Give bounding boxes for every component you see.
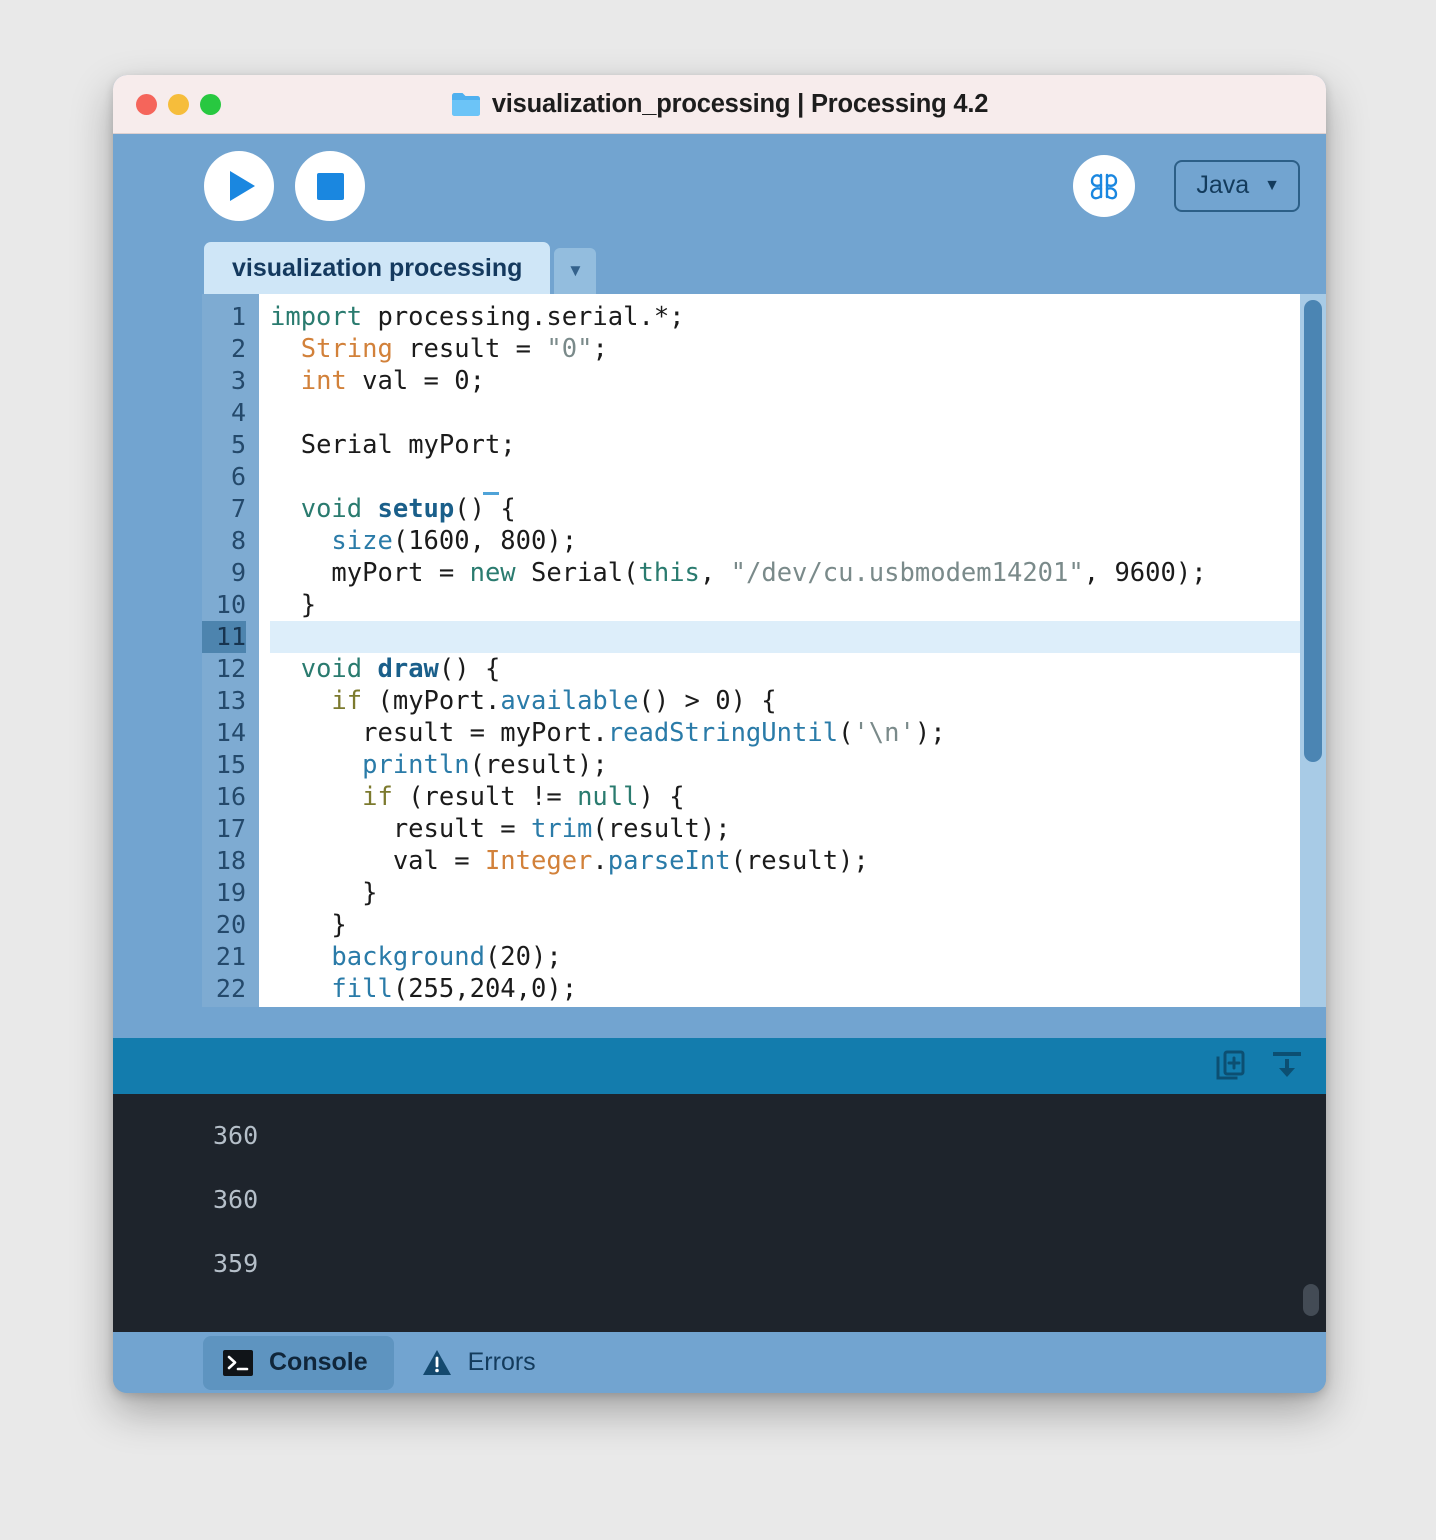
tab-console-label: Console bbox=[269, 1348, 368, 1376]
code-line: int val = 0; bbox=[300, 366, 485, 396]
run-button[interactable] bbox=[204, 151, 274, 221]
code-line: } bbox=[270, 910, 347, 940]
code-line: result = myPort.readStringUntil('\n'); bbox=[270, 718, 946, 748]
processing-ide-window: visualization_processing | Processing 4.… bbox=[113, 75, 1326, 1393]
line-number: 16 bbox=[215, 782, 246, 811]
code-line: Serial myPort; bbox=[300, 430, 516, 460]
code-line: void draw() { bbox=[300, 654, 501, 684]
console-header bbox=[113, 1038, 1326, 1094]
minimize-button[interactable] bbox=[168, 93, 189, 115]
console-lines: 360 360 359 bbox=[213, 1104, 1326, 1296]
window-controls bbox=[136, 93, 221, 115]
stop-button[interactable] bbox=[295, 151, 365, 221]
close-button[interactable] bbox=[136, 93, 157, 115]
mode-label: Java bbox=[1196, 171, 1250, 199]
line-number: 14 bbox=[215, 718, 246, 747]
line-number: 9 bbox=[230, 558, 246, 587]
butterfly-debug-icon bbox=[1091, 173, 1118, 200]
line-number: 12 bbox=[215, 654, 246, 683]
line-number: 19 bbox=[215, 878, 246, 907]
folder-icon bbox=[451, 93, 480, 116]
console-line: 360 bbox=[213, 1121, 259, 1150]
toolbar-right-group: Java ▼ bbox=[1073, 155, 1300, 217]
line-number: 5 bbox=[230, 430, 246, 459]
debug-button[interactable] bbox=[1073, 155, 1136, 217]
line-number: 13 bbox=[215, 686, 246, 715]
editor-scrollbar-thumb[interactable] bbox=[1304, 300, 1322, 762]
line-number: 1 bbox=[230, 302, 246, 331]
copy-icon[interactable] bbox=[1214, 1049, 1248, 1083]
line-number: 2 bbox=[230, 334, 246, 363]
chevron-down-icon: ▼ bbox=[1264, 176, 1280, 194]
code-line: } bbox=[270, 590, 317, 620]
code-line bbox=[270, 621, 1300, 653]
code-line: myPort = new Serial(this, "/dev/cu.usbmo… bbox=[270, 558, 1207, 588]
code-line: size(1600, 800); bbox=[331, 526, 578, 556]
editor-scrollbar[interactable] bbox=[1300, 294, 1326, 1007]
line-number: 7 bbox=[230, 494, 246, 523]
page-title: visualization_processing | Processing 4.… bbox=[491, 89, 989, 118]
console-line: 360 bbox=[213, 1185, 259, 1214]
code-line: val = Integer.parseInt(result); bbox=[270, 846, 869, 876]
play-icon bbox=[230, 171, 255, 201]
status-bar: Console Errors bbox=[113, 1332, 1326, 1393]
code-line: println(result); bbox=[362, 750, 608, 780]
line-number: 4 bbox=[230, 398, 246, 427]
line-number: 6 bbox=[230, 462, 246, 491]
title-center: visualization_processing | Processing 4.… bbox=[113, 90, 1326, 119]
code-line: result = trim(result); bbox=[270, 814, 731, 844]
line-number: 15 bbox=[215, 750, 246, 779]
code-line: import processing.serial.*; bbox=[270, 302, 685, 332]
tab-console[interactable]: Console bbox=[203, 1335, 394, 1390]
editor-bottom-strip bbox=[113, 1007, 1326, 1038]
tab-errors[interactable]: Errors bbox=[402, 1335, 562, 1390]
code-line: void setup() { bbox=[300, 494, 516, 524]
title-bar: visualization_processing | Processing 4.… bbox=[113, 75, 1326, 134]
bracket-match-indicator bbox=[483, 492, 499, 495]
line-number: 10 bbox=[215, 590, 246, 619]
line-number: 22 bbox=[215, 974, 246, 1003]
code-editor[interactable]: 1 2 3 4 5 6 7 8 9 10 11 12 13 14 15 16 17 18 19 20 21 22 impo… bbox=[202, 294, 1300, 1007]
sketch-tab-strip: visualization processing ▼ bbox=[113, 238, 1326, 294]
code-line: background(20); bbox=[331, 942, 562, 972]
line-number: 21 bbox=[215, 942, 246, 971]
line-number: 8 bbox=[230, 526, 246, 555]
code-line: if (result != null) { bbox=[362, 782, 685, 812]
code-line: } bbox=[270, 878, 378, 908]
code-text[interactable]: import processing.serial.*; String resul… bbox=[259, 294, 1300, 1007]
code-line: fill(255,204,0); bbox=[331, 974, 578, 1004]
line-number: 18 bbox=[215, 846, 246, 875]
terminal-icon bbox=[223, 1349, 253, 1376]
stop-icon bbox=[316, 172, 344, 200]
sketch-tab[interactable]: visualization processing bbox=[204, 242, 551, 294]
console-output-panel[interactable]: 360 360 359 bbox=[113, 1094, 1326, 1332]
line-number: 17 bbox=[215, 814, 246, 843]
tab-menu-button[interactable]: ▼ bbox=[554, 248, 597, 294]
mode-selector-button[interactable]: Java ▼ bbox=[1174, 160, 1300, 212]
warning-icon bbox=[422, 1350, 451, 1375]
toolbar: Java ▼ bbox=[113, 134, 1326, 238]
tab-errors-label: Errors bbox=[467, 1348, 536, 1376]
code-line: if (myPort.available() > 0) { bbox=[331, 686, 777, 716]
line-number-gutter: 1 2 3 4 5 6 7 8 9 10 11 12 13 14 15 16 17 18 19 20 21 22 bbox=[202, 294, 259, 1007]
editor-area: 1 2 3 4 5 6 7 8 9 10 11 12 13 14 15 16 17 18 19 20 21 22 impo… bbox=[113, 294, 1326, 1007]
console-line: 359 bbox=[213, 1249, 259, 1278]
line-number: 20 bbox=[215, 910, 246, 939]
line-number: 11 bbox=[202, 621, 246, 653]
line-number: 3 bbox=[230, 366, 246, 395]
code-line: String result = "0"; bbox=[300, 334, 608, 364]
console-scrollbar-thumb[interactable] bbox=[1303, 1284, 1319, 1316]
scroll-to-bottom-icon[interactable] bbox=[1270, 1049, 1304, 1083]
chevron-down-icon: ▼ bbox=[566, 261, 584, 280]
maximize-button[interactable] bbox=[200, 93, 221, 115]
